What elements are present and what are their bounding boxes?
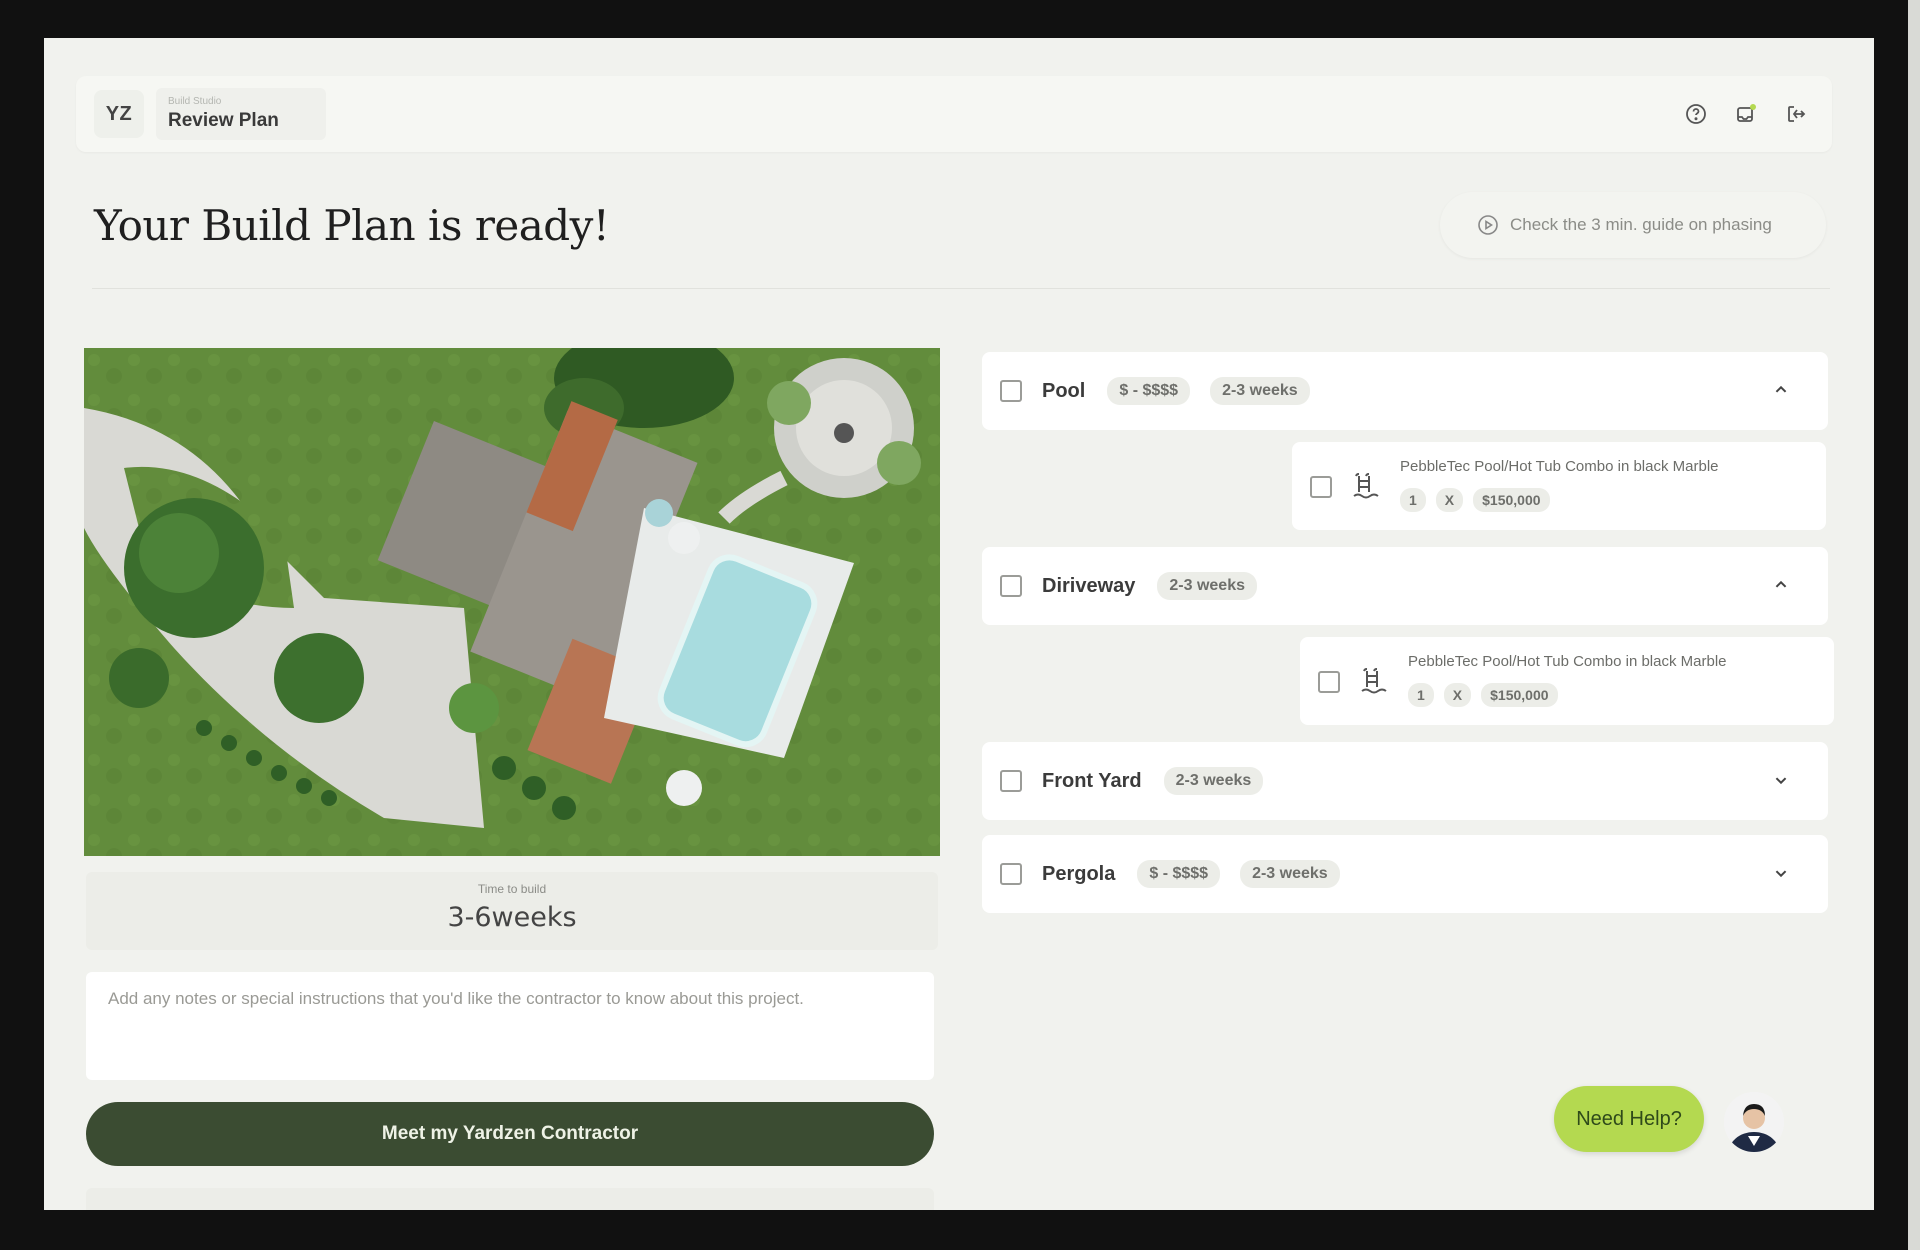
sub-price-tag: $150,000 <box>1481 683 1558 707</box>
plan-item-front-yard[interactable]: Front Yard 2-3 weeks <box>982 742 1828 820</box>
pool-ladder-icon <box>1361 668 1387 694</box>
plan-item-title: Pool <box>1042 379 1086 402</box>
driveway-checkbox[interactable] <box>1000 575 1022 597</box>
sub-price-tag: $150,000 <box>1473 488 1550 512</box>
price-tag: $ - $$$$ <box>1107 377 1191 405</box>
driveway-sub-item: PebbleTec Pool/Hot Tub Combo in black Ma… <box>1300 637 1834 725</box>
pool-checkbox[interactable] <box>1000 380 1022 402</box>
partially-hidden-card <box>86 1188 934 1210</box>
duration-tag: 2-3 weeks <box>1157 572 1257 600</box>
duration-tag: 2-3 weeks <box>1210 377 1310 405</box>
quantity-tag: 1 <box>1400 488 1426 512</box>
app-logo[interactable]: YZ <box>94 90 144 138</box>
breadcrumb-parent: Build Studio <box>168 96 222 107</box>
pool-sub-checkbox[interactable] <box>1310 476 1332 498</box>
contractor-notes-input[interactable] <box>86 972 934 1080</box>
driveway-sub-checkbox[interactable] <box>1318 671 1340 693</box>
time-to-build-card: Time to build 3-6weeks <box>86 872 938 950</box>
page-title: Your Build Plan is ready! <box>94 201 610 250</box>
notification-icon[interactable] <box>1732 100 1760 128</box>
price-tag: $ - $$$$ <box>1137 860 1221 888</box>
chevron-down-icon[interactable] <box>1770 862 1792 884</box>
header-actions <box>1682 100 1810 128</box>
meet-contractor-button[interactable]: Meet my Yardzen Contractor <box>86 1102 934 1166</box>
device-edge <box>1908 0 1920 1250</box>
phasing-guide-link[interactable]: Check the 3 min. guide on phasing <box>1440 192 1826 258</box>
chevron-up-icon[interactable] <box>1770 379 1792 401</box>
help-circle-icon[interactable] <box>1682 100 1710 128</box>
sub-item-title: PebbleTec Pool/Hot Tub Combo in black Ma… <box>1408 653 1727 670</box>
plan-item-driveway[interactable]: Diriveway 2-3 weeks <box>982 547 1828 625</box>
chevron-down-icon[interactable] <box>1770 769 1792 791</box>
chevron-up-icon[interactable] <box>1770 574 1792 596</box>
quantity-tag: 1 <box>1408 683 1434 707</box>
plan-item-title: Front Yard <box>1042 769 1142 792</box>
logout-icon[interactable] <box>1782 100 1810 128</box>
sub-item-tags: 1 X $150,000 <box>1408 683 1558 707</box>
breadcrumb: Build Studio Review Plan <box>156 88 326 140</box>
plan-item-pool[interactable]: Pool $ - $$$$ 2-3 weeks <box>982 352 1828 430</box>
pergola-checkbox[interactable] <box>1000 863 1022 885</box>
breadcrumb-current: Review Plan <box>168 110 279 131</box>
front-yard-checkbox[interactable] <box>1000 770 1022 792</box>
time-to-build-label: Time to build <box>477 882 547 896</box>
need-help-button[interactable]: Need Help? <box>1554 1086 1704 1152</box>
time-to-build-value: 3-6weeks <box>447 902 577 933</box>
pool-sub-item: PebbleTec Pool/Hot Tub Combo in black Ma… <box>1292 442 1826 530</box>
site-plan-render <box>84 348 940 856</box>
plan-item-pergola[interactable]: Pergola $ - $$$$ 2-3 weeks <box>982 835 1828 913</box>
multiply-tag: X <box>1443 683 1472 707</box>
plan-item-title: Pergola <box>1042 862 1116 885</box>
title-divider <box>92 288 1830 289</box>
pool-ladder-icon <box>1353 473 1379 499</box>
sub-item-tags: 1 X $150,000 <box>1400 488 1550 512</box>
phasing-guide-label: Check the 3 min. guide on phasing <box>1510 215 1772 234</box>
support-agent-avatar[interactable] <box>1724 1092 1784 1152</box>
play-circle-icon <box>1478 215 1498 235</box>
duration-tag: 2-3 weeks <box>1163 767 1264 795</box>
plan-item-title: Diriveway <box>1042 574 1136 597</box>
sub-item-title: PebbleTec Pool/Hot Tub Combo in black Ma… <box>1400 458 1719 475</box>
multiply-tag: X <box>1435 488 1464 512</box>
duration-tag: 2-3 weeks <box>1240 860 1340 888</box>
app-screen: YZ Build Studio Review Plan Your Build P… <box>44 38 1874 1210</box>
top-header: YZ Build Studio Review Plan <box>76 76 1832 152</box>
